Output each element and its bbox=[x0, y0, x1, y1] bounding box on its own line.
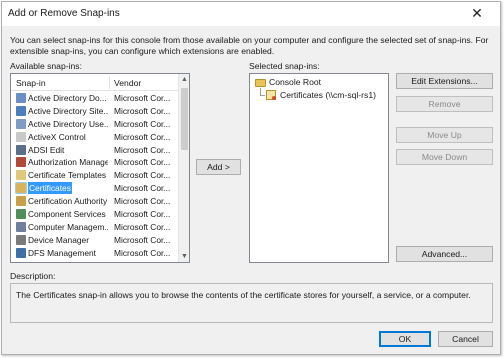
snapin-row[interactable]: Active Directory Site... Microsoft Cor... bbox=[11, 105, 179, 118]
snapin-vendor: Microsoft Cor... bbox=[114, 209, 171, 220]
certificate-icon bbox=[266, 90, 276, 100]
snapin-name: ADSI Edit bbox=[28, 144, 65, 155]
selected-snapins-tree[interactable]: Console Root Certificates (\\cm-sql-rs1) bbox=[249, 73, 389, 263]
snapin-name: Computer Managem... bbox=[28, 221, 108, 232]
title-bar[interactable]: Add or Remove Snap-ins ✕ bbox=[2, 2, 500, 26]
snapin-row[interactable]: ADSI Edit Microsoft Cor... bbox=[11, 144, 179, 157]
column-header-vendor[interactable]: Vendor bbox=[114, 78, 141, 88]
snapin-row[interactable]: Certificates Microsoft Cor... bbox=[11, 182, 179, 195]
available-snapins-label: Available snap-ins: bbox=[10, 61, 82, 71]
snapin-vendor: Microsoft Cor... bbox=[114, 157, 171, 168]
snapin-vendor: Microsoft Cor... bbox=[114, 247, 171, 258]
column-header-snapin[interactable]: Snap-in bbox=[16, 78, 46, 88]
users-icon bbox=[16, 118, 26, 129]
snapin-vendor: Microsoft Cor... bbox=[114, 105, 171, 116]
dialog-title: Add or Remove Snap-ins bbox=[8, 8, 120, 19]
snapin-row[interactable]: Authorization Manager Microsoft Cor... bbox=[11, 156, 179, 169]
snapin-vendor: Microsoft Cor... bbox=[114, 93, 171, 103]
snapin-name: ActiveX Control bbox=[28, 131, 86, 142]
adsi-icon bbox=[16, 144, 26, 155]
snapin-row[interactable]: Active Directory Use... Microsoft Cor... bbox=[11, 118, 179, 131]
snapin-row[interactable]: Computer Managem... Microsoft Cor... bbox=[11, 221, 179, 234]
snapin-name: Active Directory Do... bbox=[28, 93, 107, 103]
tree-connector bbox=[260, 95, 265, 96]
snapin-vendor: Microsoft Cor... bbox=[114, 118, 171, 129]
tree-connector bbox=[260, 88, 261, 95]
snapin-name: Certificates bbox=[28, 182, 72, 195]
snapin-vendor: Microsoft Cor... bbox=[114, 196, 171, 207]
selected-snapins-label: Selected snap-ins: bbox=[249, 61, 320, 71]
ok-button[interactable]: OK bbox=[379, 331, 431, 347]
snapin-name: Active Directory Site... bbox=[28, 105, 108, 116]
snapin-row[interactable]: Certification Authority Microsoft Cor... bbox=[11, 195, 179, 208]
activex-icon bbox=[16, 131, 26, 142]
advanced-button[interactable]: Advanced... bbox=[396, 246, 493, 262]
snapin-row[interactable]: DFS Management Microsoft Cor... bbox=[11, 247, 179, 260]
snapin-name: Component Services bbox=[28, 209, 106, 220]
snapin-vendor: Microsoft Cor... bbox=[114, 234, 171, 245]
snapin-vendor: Microsoft Cor... bbox=[114, 170, 171, 181]
scroll-up-arrow-icon[interactable]: ▲ bbox=[179, 74, 189, 85]
edit-extensions-button[interactable]: Edit Extensions... bbox=[396, 73, 493, 89]
snapin-name: Device Manager bbox=[28, 234, 89, 245]
directory-icon bbox=[16, 93, 26, 103]
snapin-name: Active Directory Use... bbox=[28, 118, 108, 129]
auth-icon bbox=[16, 157, 26, 168]
description-label: Description: bbox=[10, 271, 56, 281]
snapin-name: DFS Management bbox=[28, 247, 96, 258]
remove-button[interactable]: Remove bbox=[396, 96, 493, 112]
close-button[interactable]: ✕ bbox=[456, 2, 498, 24]
list-header: Snap-in Vendor bbox=[11, 74, 179, 91]
add-button[interactable]: Add > bbox=[196, 159, 241, 175]
folder-icon bbox=[255, 79, 266, 87]
snapin-row[interactable]: Component Services Microsoft Cor... bbox=[11, 208, 179, 221]
component-icon bbox=[16, 209, 26, 220]
move-down-button[interactable]: Move Down bbox=[396, 149, 493, 165]
snapin-row[interactable]: Device Manager Microsoft Cor... bbox=[11, 234, 179, 247]
certificate-icon bbox=[15, 182, 27, 195]
snapin-rows: Active Directory Do... Microsoft Cor... Ac… bbox=[11, 92, 179, 260]
snapin-vendor: Microsoft Cor... bbox=[114, 131, 171, 142]
column-separator[interactable] bbox=[109, 76, 110, 89]
cancel-button[interactable]: Cancel bbox=[438, 331, 493, 347]
snapin-row[interactable]: Active Directory Do... Microsoft Cor... bbox=[11, 92, 179, 105]
device-icon bbox=[16, 234, 26, 245]
add-remove-snapins-dialog: Add or Remove Snap-ins ✕ You can select … bbox=[1, 1, 501, 355]
tree-item-console-root[interactable]: Console Root bbox=[269, 77, 321, 87]
available-snapins-list[interactable]: Snap-in Vendor Active Directory Do... Mic… bbox=[10, 73, 190, 263]
move-up-button[interactable]: Move Up bbox=[396, 127, 493, 143]
snapin-row[interactable]: ActiveX Control Microsoft Cor... bbox=[11, 131, 179, 144]
description-box: The Certificates snap-in allows you to b… bbox=[10, 283, 493, 323]
snapin-name: Certificate Templates bbox=[28, 170, 107, 181]
snapin-name: Authorization Manager bbox=[28, 157, 108, 168]
computer-icon bbox=[16, 221, 26, 232]
snapin-vendor: Microsoft Cor... bbox=[114, 221, 171, 232]
snapin-vendor: Microsoft Cor... bbox=[114, 144, 171, 155]
snapin-vendor: Microsoft Cor... bbox=[114, 183, 171, 194]
scroll-thumb[interactable] bbox=[181, 88, 188, 150]
template-icon bbox=[16, 170, 26, 181]
description-text: The Certificates snap-in allows you to b… bbox=[16, 290, 471, 300]
scroll-down-arrow-icon[interactable]: ▼ bbox=[179, 251, 189, 262]
vertical-scrollbar[interactable]: ▲ ▼ bbox=[178, 74, 189, 262]
dfs-icon bbox=[16, 247, 26, 258]
snapin-row[interactable]: Certificate Templates Microsoft Cor... bbox=[11, 169, 179, 182]
ca-icon bbox=[16, 196, 26, 207]
snapin-name: Certification Authority bbox=[28, 196, 108, 207]
intro-text: You can select snap-ins for this console… bbox=[10, 35, 489, 56]
tree-item-certificates[interactable]: Certificates (\\cm-sql-rs1) bbox=[280, 90, 376, 100]
sites-icon bbox=[16, 105, 26, 116]
